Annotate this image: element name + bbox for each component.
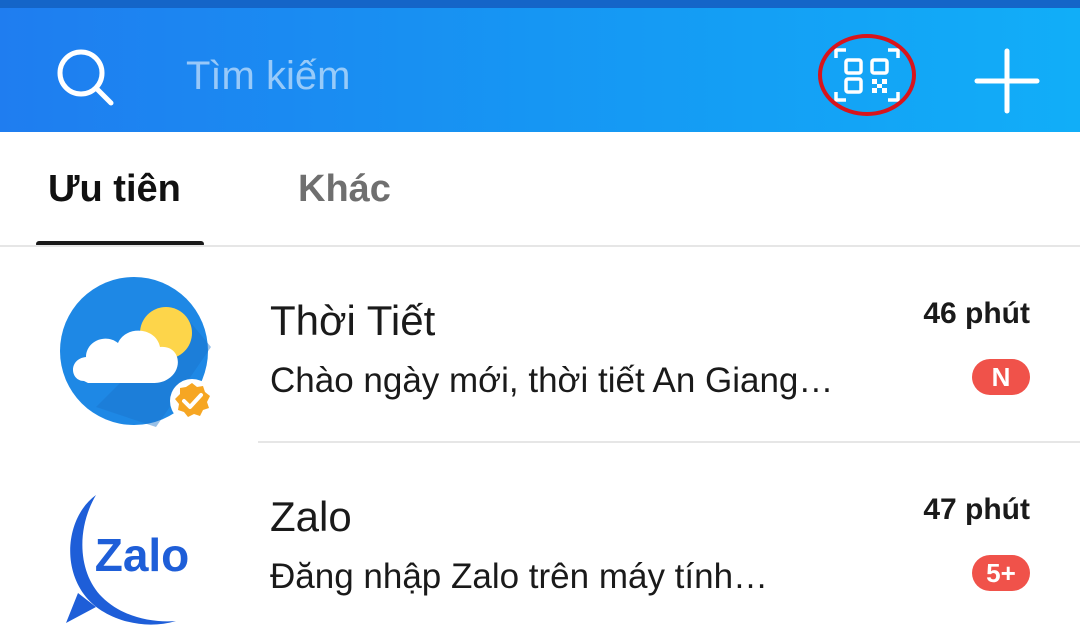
- tab-other[interactable]: Khác: [298, 168, 391, 211]
- avatar-zalo: Zalo: [66, 483, 212, 627]
- conversation-item-weather[interactable]: Thời Tiết 46 phút Chào ngày mới, thời ti…: [0, 247, 1080, 443]
- conversation-item-zalo[interactable]: Zalo Zalo 47 phút Đăng nhập Zalo trên má…: [0, 443, 1080, 630]
- qr-code-button[interactable]: [816, 30, 918, 120]
- zalo-logo-icon: Zalo: [66, 483, 212, 627]
- unread-badge: N: [972, 359, 1030, 395]
- verified-check-icon: [170, 379, 214, 423]
- conversation-time: 46 phút: [923, 297, 1030, 330]
- top-bar: [0, 0, 1080, 132]
- svg-text:Zalo: Zalo: [95, 529, 190, 581]
- conversation-preview: Chào ngày mới, thời tiết An Giang…: [270, 361, 834, 400]
- search-icon[interactable]: [54, 46, 116, 108]
- conversation-name: Thời Tiết: [270, 297, 436, 344]
- conversation-name: Zalo: [270, 493, 352, 540]
- tab-bar: Ưu tiên Khác: [0, 132, 1080, 247]
- tab-priority[interactable]: Ưu tiên: [48, 168, 181, 211]
- plus-icon: [974, 48, 1040, 114]
- add-button[interactable]: [972, 46, 1042, 116]
- conversation-time: 47 phút: [923, 493, 1030, 526]
- conversation-preview: Đăng nhập Zalo trên máy tính…: [270, 557, 769, 596]
- qr-code-icon: [834, 48, 900, 102]
- avatar-weather: [60, 277, 214, 427]
- search-input[interactable]: [186, 48, 746, 104]
- unread-badge: 5+: [972, 555, 1030, 591]
- highlight-circle: [818, 34, 916, 116]
